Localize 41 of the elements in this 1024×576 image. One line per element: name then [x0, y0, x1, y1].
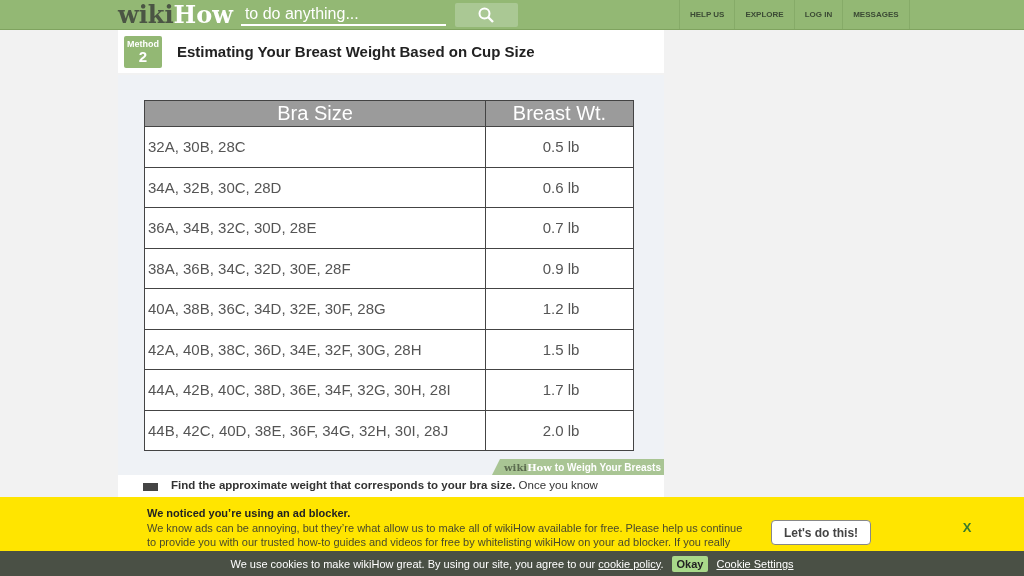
step-text: Find the approximate weight that corresponds to your bra size. Once you know [171, 479, 598, 491]
cookie-policy-link[interactable]: cookie policy [598, 557, 661, 570]
nav-link[interactable]: HELP US [678, 0, 735, 29]
table-cell: 32A, 30B, 28C [144, 126, 486, 167]
table-cell: 36A, 34B, 32C, 30D, 28E [144, 207, 486, 248]
section-title: Estimating Your Breast Weight Based on Cup Size [177, 43, 535, 60]
table-cell: 44B, 42C, 40D, 38E, 36F, 34G, 32H, 30I, 28J [144, 410, 486, 451]
caption-logo: wikiHow [504, 461, 552, 473]
table-cell: 0.6 lb [485, 167, 634, 208]
table-cell: 1.7 lb [485, 369, 634, 410]
table-cell: 1.2 lb [485, 288, 634, 329]
caption-text: to Weigh Your Breasts [554, 461, 661, 473]
method-label: Method [127, 38, 159, 49]
nav-link[interactable]: MESSAGES [842, 0, 910, 29]
table-cell: 1.5 lb [485, 329, 634, 370]
table-cell: 42A, 40B, 38C, 36D, 34E, 32F, 30G, 28H [144, 329, 486, 370]
cookie-notice-text: We use cookies to make wikiHow great. By using our site, you agree to our cookie policy. [230, 557, 664, 570]
table-cell: 44A, 42B, 40C, 38D, 36E, 34F, 32G, 30H, 28I [144, 369, 486, 410]
wikihow-logo[interactable]: wikiHow [118, 0, 233, 29]
table-cell: 38A, 36B, 34C, 32D, 30E, 28F [144, 248, 486, 289]
table-cell: 2.0 lb [485, 410, 634, 451]
table-cell: 0.9 lb [485, 248, 634, 289]
search-button[interactable] [454, 2, 518, 27]
cookie-settings-link[interactable]: Cookie Settings [716, 557, 794, 570]
search-field[interactable]: to do anything... [240, 3, 446, 26]
close-button[interactable]: X [917, 515, 1017, 540]
ad-notice-title: We noticed you’re using an ad blocker. [147, 506, 352, 521]
column-header: Breast Wt. [485, 100, 634, 127]
table-cell: 40A, 38B, 36C, 34D, 32E, 30F, 28G [144, 288, 486, 329]
accept-button[interactable]: Let's do this! [771, 520, 871, 545]
column-header: Bra Size [144, 100, 486, 127]
okay-button[interactable]: Okay [671, 555, 709, 572]
search-icon [478, 6, 495, 23]
ad-notice-text: We know ads can be annoying, but they’re what allow us to make all of wikiHow available for free. Please help us continue to provide you with our trusted how-to guides and videos for free by whitelisting wikiHow on your ad blocker. If you really [147, 520, 744, 550]
step-number [143, 483, 158, 491]
table-cell: 34A, 32B, 30C, 28D [144, 167, 486, 208]
table-cell: 0.5 lb [485, 126, 634, 167]
table-cell: 0.7 lb [485, 207, 634, 248]
nav-link[interactable]: LOG IN [793, 0, 843, 29]
method-number: 2 [138, 48, 148, 65]
nav-link[interactable]: EXPLORE [734, 0, 794, 29]
